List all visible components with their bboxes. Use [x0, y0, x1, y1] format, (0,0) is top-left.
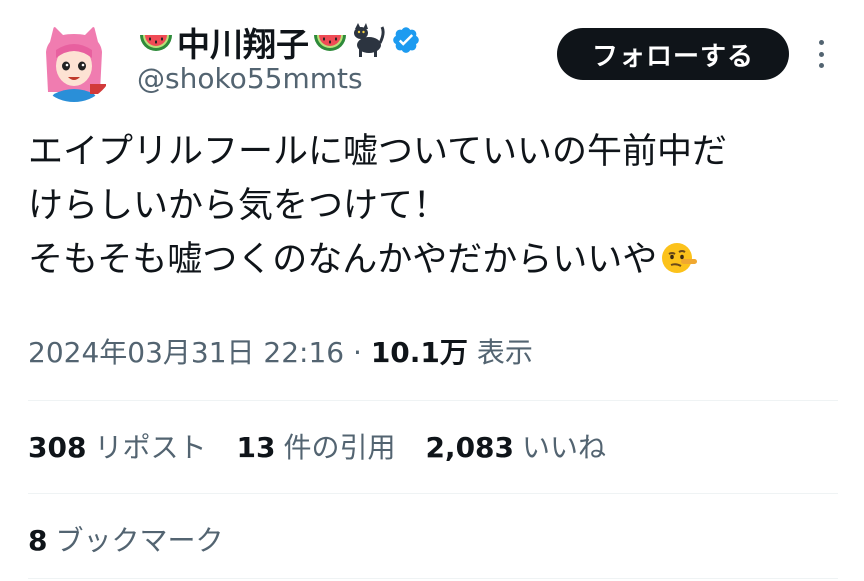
bookmarks-count: 8 [28, 524, 48, 557]
reposts-count: 308 [28, 431, 87, 464]
likes-count: 2,083 [425, 431, 515, 464]
quotes-count: 13 [236, 431, 276, 464]
bookmark-stats: 8 ブックマーク [28, 521, 254, 561]
user-handle[interactable]: @shoko55mmts [137, 62, 363, 95]
quotes-stat[interactable]: 13 件の引用 [236, 428, 395, 468]
divider [28, 400, 838, 401]
bookmarks-stat[interactable]: 8 ブックマーク [28, 521, 224, 561]
follow-button[interactable]: フォローする [557, 28, 789, 80]
tweet-timestamp[interactable]: 2024年03月31日 22:16 [28, 336, 344, 369]
likes-stat[interactable]: 2,083 いいね [425, 428, 606, 468]
display-name-row[interactable]: 中川翔子 [137, 20, 421, 64]
verified-badge-icon [391, 25, 421, 59]
avatar[interactable] [34, 22, 114, 102]
divider [28, 493, 838, 494]
black-cat-emoji [349, 21, 385, 63]
divider [28, 578, 838, 579]
quotes-label: 件の引用 [283, 431, 396, 464]
avatar-illustration [34, 22, 114, 102]
views-label: 表示 [476, 336, 533, 369]
tweet-header: 中川翔子 @shoko55mmts フォローする [0, 0, 864, 115]
more-vertical-icon[interactable] [806, 36, 836, 72]
tweet-text-line-last: そもそも嘘つくのなんかやだからいいや [28, 233, 838, 287]
likes-label: いいね [522, 431, 607, 464]
tweet-meta: 2024年03月31日 22:16 · 10.1万 表示 [28, 333, 533, 373]
tweet-text: エイプリルフールに嘘ついていいの午前中だ けらしいから気をつけて！ そもそも嘘つ… [28, 125, 838, 287]
watermelon-emoji [137, 21, 175, 63]
engagement-stats: 308 リポスト 13 件の引用 2,083 いいね [28, 428, 636, 468]
display-name: 中川翔子 [177, 25, 309, 64]
watermelon-emoji [311, 21, 349, 63]
reposts-label: リポスト [94, 431, 207, 464]
lying-face-emoji [659, 238, 699, 294]
views-count: 10.1万 [370, 336, 468, 369]
tweet-text-line: そもそも嘘つくのなんかやだからいいや [28, 240, 658, 280]
meta-separator: · [344, 336, 371, 369]
bookmarks-label: ブックマーク [55, 524, 224, 557]
tweet-text-line: けらしいから気をつけて！ [28, 186, 449, 226]
reposts-stat[interactable]: 308 リポスト [28, 428, 206, 468]
tweet-text-line: エイプリルフールに嘘ついていいの午前中だ [28, 132, 727, 172]
